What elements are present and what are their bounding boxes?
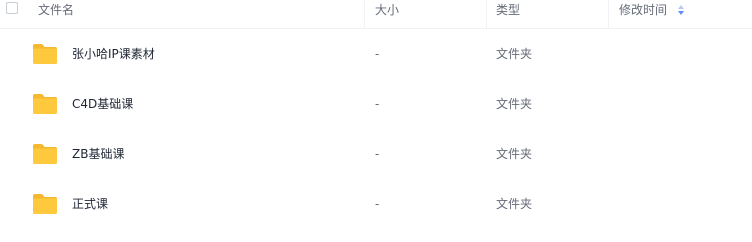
folder-icon	[33, 194, 57, 214]
file-row[interactable]: 张小哈IP课素材 - 文件夹	[0, 30, 752, 80]
file-type: 文件夹	[496, 197, 533, 211]
column-header-size[interactable]: 大小	[375, 0, 399, 28]
file-type: 文件夹	[496, 147, 533, 161]
file-name[interactable]: 张小哈IP课素材	[72, 45, 155, 63]
file-name[interactable]: 正式课	[72, 195, 108, 213]
column-header-type[interactable]: 类型	[496, 0, 520, 28]
file-name[interactable]: ZB基础课	[72, 145, 124, 163]
column-header-name[interactable]: 文件名	[38, 0, 74, 28]
select-all-checkbox[interactable]	[6, 2, 18, 14]
sort-arrows-icon[interactable]	[677, 4, 685, 16]
file-row[interactable]: C4D基础课 - 文件夹	[0, 80, 752, 130]
file-size: -	[375, 47, 380, 61]
file-size: -	[375, 147, 380, 161]
folder-icon	[33, 144, 57, 164]
file-row[interactable]: 正式课 - 文件夹	[0, 180, 752, 230]
file-size: -	[375, 97, 380, 111]
column-divider[interactable]	[486, 0, 487, 28]
file-type: 文件夹	[496, 47, 533, 61]
file-row[interactable]: ZB基础课 - 文件夹	[0, 130, 752, 180]
column-header-mtime[interactable]: 修改时间	[619, 0, 667, 28]
column-divider[interactable]	[364, 0, 365, 28]
folder-icon	[33, 44, 57, 64]
file-list-header: 文件名 大小 类型 修改时间	[0, 0, 752, 29]
file-name[interactable]: C4D基础课	[72, 95, 133, 113]
file-size: -	[375, 197, 380, 211]
column-divider[interactable]	[608, 0, 609, 28]
file-type: 文件夹	[496, 97, 533, 111]
folder-icon	[33, 94, 57, 114]
